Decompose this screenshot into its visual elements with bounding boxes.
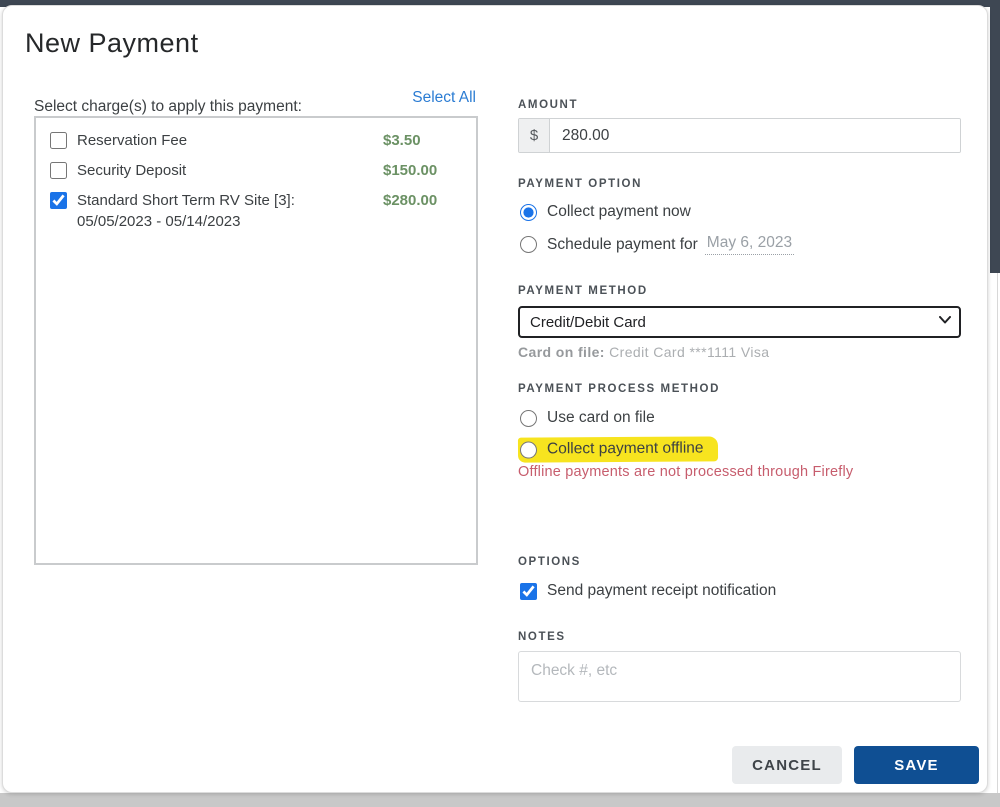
currency-prefix: $ — [519, 119, 550, 152]
charge-row[interactable]: Standard Short Term RV Site [3]: 05/05/2… — [48, 190, 464, 232]
use-card-label: Use card on file — [547, 409, 655, 427]
charge-checkbox[interactable] — [50, 192, 67, 209]
radio-schedule-payment[interactable]: Schedule payment for May 6, 2023 — [518, 234, 961, 255]
radio-collect-offline[interactable]: Collect payment offline — [518, 437, 961, 462]
charge-checkbox[interactable] — [50, 162, 67, 179]
modal-title: New Payment — [25, 28, 199, 59]
offline-radio[interactable] — [520, 441, 537, 458]
highlight-marker: Collect payment offline — [518, 436, 718, 462]
page-right-edge — [990, 0, 1000, 273]
payment-method-select[interactable]: Credit/Debit Card — [518, 306, 961, 338]
receipt-label: Send payment receipt notification — [547, 582, 776, 600]
card-on-file-row: Card on file: Credit Card ***1111 Visa — [518, 344, 961, 360]
amount-input-group: $ — [518, 118, 961, 153]
amount-input[interactable] — [550, 119, 960, 152]
save-button[interactable]: SAVE — [854, 746, 979, 784]
payment-method-label: PAYMENT METHOD — [518, 285, 961, 297]
card-on-file-label: Card on file: — [518, 344, 605, 360]
collect-now-label: Collect payment now — [547, 203, 691, 221]
payment-process-method-label: PAYMENT PROCESS METHOD — [518, 383, 961, 395]
card-on-file-value: Credit Card ***1111 Visa — [609, 344, 769, 360]
notes-label: NOTES — [518, 631, 961, 643]
offline-warning-text: Offline payments are not processed throu… — [518, 464, 961, 480]
page-bottom-edge — [0, 793, 1000, 807]
charge-list: Reservation Fee $3.50 Security Deposit $… — [34, 116, 478, 565]
charge-row[interactable]: Security Deposit $150.00 — [48, 160, 464, 181]
collect-now-radio[interactable] — [520, 204, 537, 221]
charge-row[interactable]: Reservation Fee $3.50 — [48, 130, 464, 151]
notes-input[interactable] — [518, 651, 961, 702]
schedule-label: Schedule payment for — [547, 236, 698, 254]
charges-label: Select charge(s) to apply this payment: — [34, 98, 302, 116]
charge-amount: $150.00 — [383, 160, 437, 181]
offline-label: Collect payment offline — [547, 439, 704, 458]
charge-amount: $3.50 — [383, 130, 421, 151]
payment-option-label: PAYMENT OPTION — [518, 178, 961, 190]
cancel-button[interactable]: CANCEL — [732, 746, 842, 784]
amount-label: AMOUNT — [518, 99, 961, 111]
charge-amount: $280.00 — [383, 190, 437, 211]
payment-method-select-wrap: Credit/Debit Card — [518, 306, 961, 338]
schedule-radio[interactable] — [520, 236, 537, 253]
options-label: OPTIONS — [518, 556, 961, 568]
scrollbar-track[interactable] — [997, 273, 998, 793]
receipt-notification-row[interactable]: Send payment receipt notification — [518, 582, 961, 600]
charge-name: Reservation Fee — [77, 132, 187, 149]
charge-name: Security Deposit — [77, 162, 186, 179]
charge-checkbox[interactable] — [50, 132, 67, 149]
radio-collect-now[interactable]: Collect payment now — [518, 203, 961, 221]
charge-detail: 05/05/2023 - 05/14/2023 — [77, 211, 383, 232]
radio-use-card-on-file[interactable]: Use card on file — [518, 409, 961, 427]
new-payment-modal: New Payment Select All Select charge(s) … — [2, 5, 988, 793]
receipt-checkbox[interactable] — [520, 583, 537, 600]
schedule-date-field[interactable]: May 6, 2023 — [705, 234, 794, 255]
charge-name: Standard Short Term RV Site [3]: — [77, 192, 295, 209]
use-card-radio[interactable] — [520, 410, 537, 427]
